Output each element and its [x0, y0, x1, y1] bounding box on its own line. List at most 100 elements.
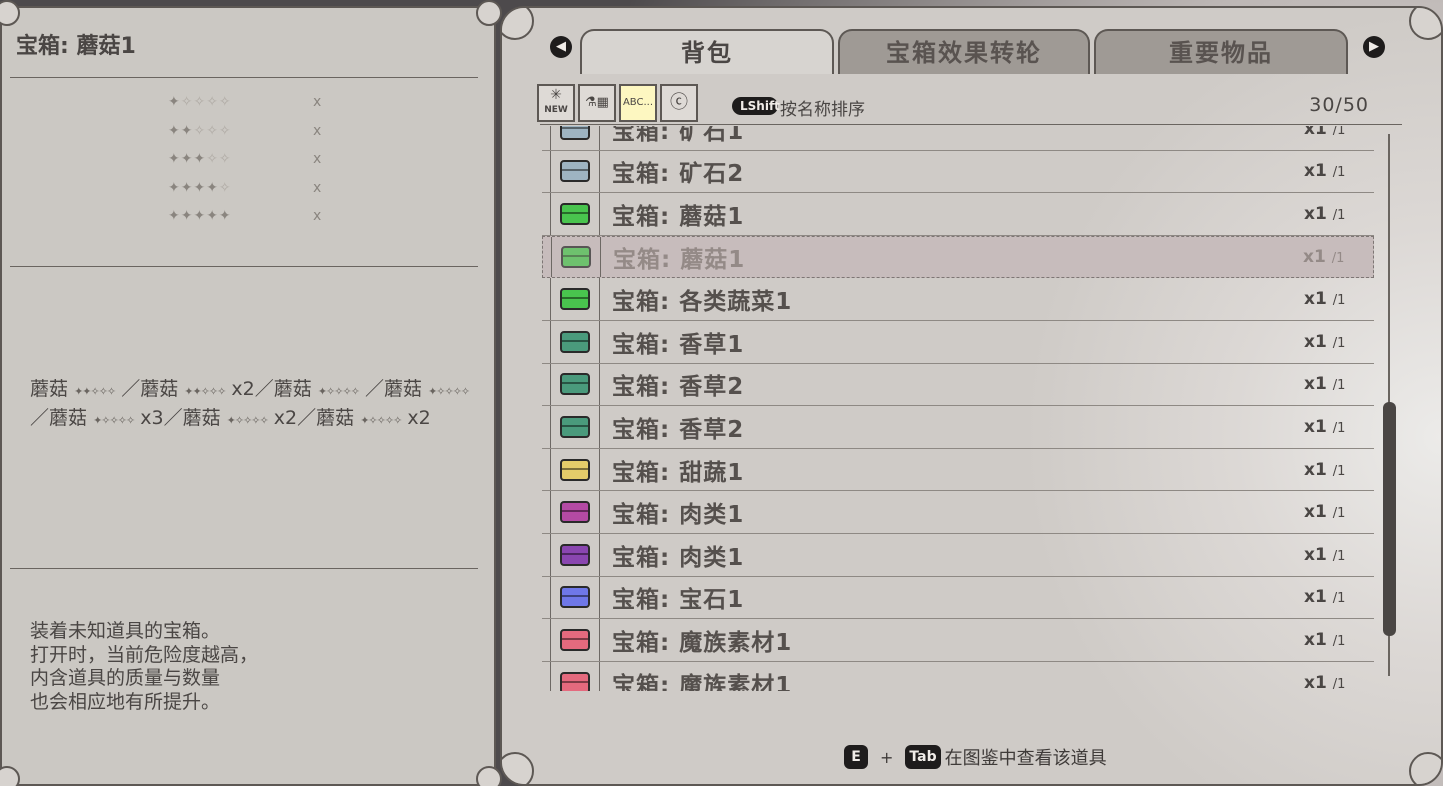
drop-name: 蘑菇: [273, 378, 312, 400]
divider: [10, 266, 478, 267]
sort-abc-button[interactable]: ABC...: [619, 84, 657, 122]
inventory-item-row[interactable]: 宝箱: 矿石2 x1 /1: [542, 150, 1374, 194]
inventory-item-row[interactable]: 宝箱: 香草2 x1 /1: [542, 406, 1374, 449]
item-qty-max: /1: [1332, 633, 1346, 649]
drop-stars-icon: ✦✧✧✧✧: [93, 414, 135, 427]
item-qty-max: /1: [1332, 463, 1346, 479]
drop-stars-icon: ✦✧✧✧✧: [226, 414, 269, 427]
divider: [10, 77, 478, 78]
item-quantity: x1 /1: [1304, 460, 1374, 480]
tab-key-items[interactable]: 重要物品: [1094, 29, 1348, 74]
inventory-item-row[interactable]: 宝箱: 肉类1 x1 /1: [542, 533, 1374, 577]
item-name: 宝箱: 蘑菇1: [613, 247, 746, 274]
drop-entry: 蘑菇 ✦✦✧✧✧ x2／: [140, 378, 274, 400]
scrollbar-thumb[interactable]: [1383, 402, 1396, 636]
drop-name: 蘑菇: [182, 407, 221, 429]
quality-count: x: [313, 151, 322, 168]
drop-separator: ／: [297, 407, 317, 429]
item-qty-value: x1: [1304, 629, 1327, 650]
treasure-chest-icon: [560, 288, 590, 311]
item-icon-cell: [550, 150, 600, 193]
item-icon-cell: [550, 320, 600, 363]
ornament-corner-icon: [0, 0, 20, 26]
drop-name: 蘑菇: [49, 407, 88, 429]
filter-new-button[interactable]: ✳ NEW: [537, 84, 575, 122]
hint-text: 在图鉴中查看该道具: [944, 748, 1107, 769]
filter-category-button[interactable]: ⚗▦: [578, 84, 616, 122]
sort-mode-label[interactable]: 按名称排序: [780, 95, 865, 120]
inventory-item-row[interactable]: 宝箱: 矿石1 x1 /1: [542, 126, 1374, 151]
treasure-chest-icon: [560, 373, 590, 396]
filter-currency-button[interactable]: ⓒ: [660, 84, 698, 122]
e-key-icon: E: [844, 745, 868, 769]
rarity-stars-icon: ✦✦✧✧✧: [168, 122, 232, 139]
treasure-chest-icon: [560, 458, 590, 481]
item-icon-cell: [550, 491, 600, 533]
arrow-left-icon[interactable]: ◀: [550, 36, 572, 58]
item-quantity: x1 /1: [1303, 247, 1373, 267]
ornament-corner-icon: [476, 766, 502, 786]
item-qty-max: /1: [1332, 335, 1346, 351]
item-icon-cell: [550, 278, 600, 320]
drop-entry: 蘑菇 ✦✦✧✧✧ ／: [30, 378, 140, 400]
quality-row: ✦✦✧✧✧ x: [168, 117, 368, 146]
item-qty-max: /1: [1332, 126, 1346, 138]
item-qty-value: x1: [1304, 587, 1327, 608]
drop-stars-icon: ✦✦✧✧✧: [184, 385, 226, 398]
inventory-item-row[interactable]: 宝箱: 香草2 x1 /1: [542, 363, 1374, 407]
item-name: 宝箱: 甜蔬1: [612, 459, 745, 486]
item-quantity: x1 /1: [1304, 289, 1374, 309]
drop-separator: ／: [364, 378, 384, 400]
treasure-chest-icon: [560, 126, 590, 140]
inventory-item-row[interactable]: 宝箱: 甜蔬1 x1 /1: [542, 448, 1374, 492]
inventory-item-row[interactable]: 宝箱: 魔族素材1 x1 /1: [542, 661, 1374, 691]
inventory-item-row[interactable]: 宝箱: 香草1 x1 /1: [542, 320, 1374, 364]
drop-entry: 蘑菇 ✦✧✧✧✧ ／: [274, 378, 384, 400]
rarity-stars-icon: ✦✧✧✧✧: [168, 94, 232, 111]
possible-drops-text: 蘑菇 ✦✦✧✧✧ ／蘑菇 ✦✦✧✧✧ x2／蘑菇 ✦✧✧✧✧ ／蘑菇 ✦✧✧✧✧…: [30, 376, 470, 434]
inventory-item-row[interactable]: 宝箱: 宝石1 x1 /1: [542, 576, 1374, 620]
hint-bar: E + Tab 在图鉴中查看该道具: [844, 744, 1107, 770]
item-qty-value: x1: [1304, 374, 1327, 395]
description-line: 内含道具的质量与数量: [30, 667, 221, 689]
item-qty-value: x1: [1304, 672, 1327, 691]
item-quantity: x1 /1: [1304, 673, 1374, 691]
item-qty-value: x1: [1304, 289, 1327, 310]
item-icon-cell: [550, 406, 600, 448]
inventory-item-row[interactable]: 宝箱: 蘑菇1 x1 /1: [542, 235, 1374, 279]
treasure-chest-icon: [560, 202, 590, 225]
item-qty-value: x1: [1304, 331, 1327, 352]
inventory-item-row[interactable]: 宝箱: 各类蔬菜1 x1 /1: [542, 278, 1374, 321]
inventory-list[interactable]: 宝箱: 矿石1 x1 /1 宝箱: 矿石2 x1 /1 宝箱: 蘑菇1 x1 /1 宝箱: …: [542, 126, 1374, 691]
item-qty-value: x1: [1304, 161, 1327, 182]
item-quantity: x1 /1: [1304, 545, 1374, 565]
drop-name: 蘑菇: [30, 378, 69, 400]
drop-name: 蘑菇: [384, 378, 423, 400]
drop-name: 蘑菇: [316, 407, 355, 429]
inventory-item-row[interactable]: 宝箱: 肉类1 x1 /1: [542, 491, 1374, 534]
treasure-chest-icon: [560, 671, 590, 691]
item-quantity: x1 /1: [1304, 126, 1374, 139]
drop-separator: ／: [121, 378, 141, 400]
item-icon-cell: [551, 236, 601, 278]
treasure-chest-icon: [560, 543, 590, 566]
drop-count: x3: [140, 407, 164, 429]
inventory-item-row[interactable]: 宝箱: 蘑菇1 x1 /1: [542, 193, 1374, 236]
treasure-chest-icon: [561, 246, 591, 269]
quality-row: ✦✦✦✦✧ x: [168, 174, 368, 203]
tab-backpack[interactable]: 背包: [580, 29, 834, 74]
ornament-corner-icon: [476, 0, 502, 26]
arrow-right-icon[interactable]: ▶: [1363, 36, 1385, 58]
inventory-item-row[interactable]: 宝箱: 魔族素材1 x1 /1: [542, 619, 1374, 662]
item-name: 宝箱: 香草2: [612, 374, 745, 401]
drop-name: 蘑菇: [140, 378, 179, 400]
item-icon-cell: [550, 533, 600, 576]
ornament-corner-icon: [1409, 8, 1441, 40]
item-qty-max: /1: [1332, 420, 1346, 436]
item-icon-cell: [550, 661, 600, 691]
item-qty-value: x1: [1304, 544, 1327, 565]
tab-chest-wheel[interactable]: 宝箱效果转轮: [838, 29, 1090, 74]
item-name: 宝箱: 魔族素材1: [612, 672, 793, 691]
item-quantity: x1 /1: [1304, 417, 1374, 437]
quality-count-list: ✦✧✧✧✧ x ✦✦✧✧✧ x ✦✦✦✧✧ x ✦✦✦✦✧ x ✦✦✦✦✦ x: [168, 88, 368, 231]
